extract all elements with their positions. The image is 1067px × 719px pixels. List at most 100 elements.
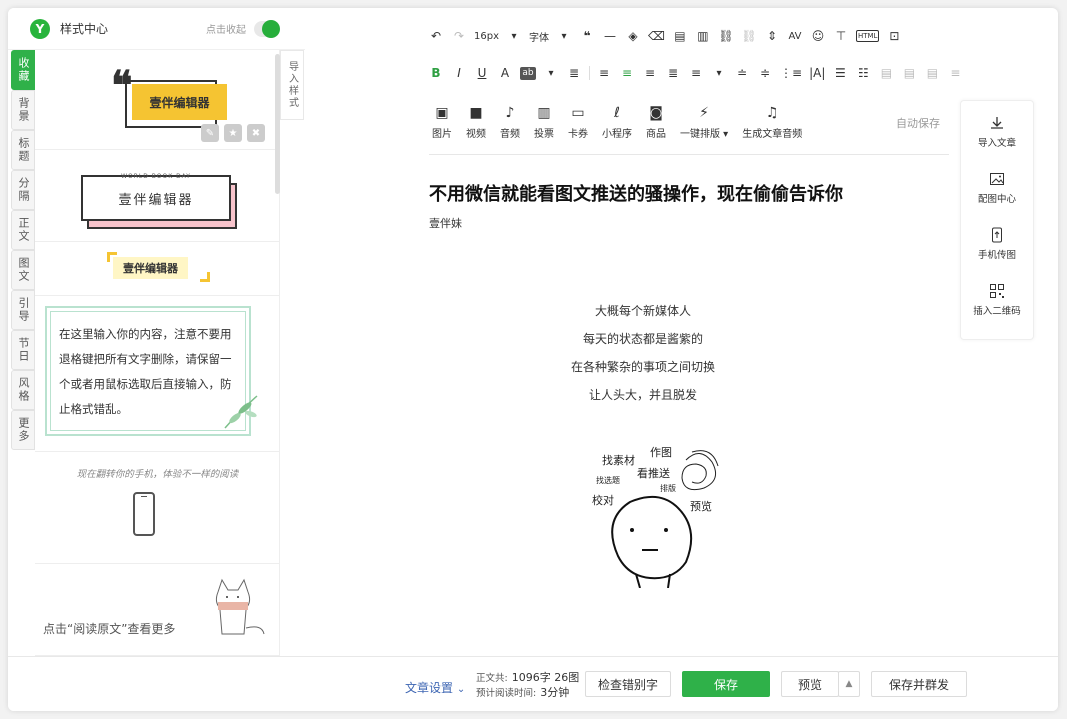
float-none-icon[interactable]: ▤ [901,63,917,83]
phone-upload-button[interactable]: 手机传图 [961,227,1033,269]
align-right-icon[interactable]: ≡ [642,63,658,83]
qrcode-icon [990,284,1004,298]
image-icon [990,173,1004,185]
tab-favorites[interactable]: 收藏 [11,50,35,90]
font-color-button[interactable]: A [497,63,513,83]
article-settings-link[interactable]: 文章设置 ⌄ [405,679,465,696]
import-style-button[interactable]: 导入样式 [280,50,304,120]
tab-divider[interactable]: 分隔 [11,170,35,210]
template-icon[interactable]: ▤ [672,26,688,46]
insert-coupon-button[interactable]: ▭ 卡券 [568,104,588,140]
bold-button[interactable]: B [428,63,444,83]
unlink-icon[interactable]: ⛓ [741,26,757,46]
illust-word: 校对 [592,493,614,507]
check-typos-button[interactable]: 检查错别字 [585,671,671,697]
insert-qrcode-button[interactable]: 插入二维码 [961,283,1033,325]
tab-style[interactable]: 风格 [11,370,35,410]
link-icon[interactable]: ⛓ [718,26,734,46]
strikethrough-icon[interactable]: ⊤ [833,26,849,46]
briefcase-icon[interactable]: ⊡ [886,26,902,46]
horizontal-rule-icon[interactable]: — [602,26,618,46]
phone-upload-icon [992,227,1002,243]
cat-illustration-icon [215,578,265,635]
float-right-icon[interactable]: ▤ [924,63,940,83]
text-width-icon[interactable]: |A| [809,63,825,83]
style-item-framed-text[interactable]: 在这里输入你的内容，注意不要用退格键把所有文字删除，请保留一个或者用鼠标选取后直… [35,296,279,452]
tab-image-text[interactable]: 图文 [11,250,35,290]
undo-icon[interactable]: ↶ [428,26,444,46]
image-center-button[interactable]: 配图中心 [961,171,1033,213]
collapse-label[interactable]: 点击收起 [206,21,246,36]
chevron-down-icon[interactable]: ▾ [556,26,572,46]
style-item-rotate-phone[interactable]: 现在翻转你的手机，体验不一样的阅读 [35,452,279,564]
illust-word: 预览 [690,499,712,513]
background-color-button[interactable]: ab [520,66,536,80]
insert-vote-button[interactable]: ▥ 投票 [534,104,554,140]
article-title[interactable]: 不用微信就能看图文推送的骚操作，现在偷偷告诉你 [429,180,843,206]
edit-icon[interactable]: ✎ [201,124,219,142]
article-poem[interactable]: 大概每个新媒体人 每天的状态都是酱紫的 在各种繁杂的事项之间切换 让人头大，并且… [548,297,738,409]
tab-festival[interactable]: 节日 [11,330,35,370]
html-icon[interactable]: HTML [855,30,880,42]
star-icon[interactable]: ★ [224,124,242,142]
insert-miniprogram-button[interactable]: ℓ 小程序 [602,104,632,140]
chevron-down-icon[interactable]: ▾ [711,63,727,83]
tab-body[interactable]: 正文 [11,210,35,250]
align-distribute-icon[interactable]: ≡ [688,63,704,83]
tab-title[interactable]: 标题 [11,130,35,170]
tab-background[interactable]: 背景 [11,90,35,130]
bottom-action-bar: 文章设置 ⌄ 正文共: 1096字 26图 预计阅读时间: 3分钟 检查错别字 保存… [8,656,1058,711]
style-item-corner-title[interactable]: 壹伴编辑器 [35,242,279,296]
save-and-send-button[interactable]: 保存并群发 [871,671,967,697]
preview-button[interactable]: 预览 [781,671,839,697]
toolbar-separator [589,66,590,80]
align-left-icon[interactable]: ≡ [596,63,612,83]
insert-product-button[interactable]: ◙ 商品 [646,104,666,140]
tab-guide[interactable]: 引导 [11,290,35,330]
line-height-icon[interactable]: ⇕ [764,26,780,46]
format-brush-icon[interactable]: ◈ [625,26,641,46]
emoji-icon[interactable]: ☺ [810,26,826,46]
italic-button[interactable]: I [451,63,467,83]
underline-button[interactable]: U [474,63,490,83]
document-icon[interactable]: ▥ [695,26,711,46]
article-author[interactable]: 壹伴妹 [429,215,462,231]
generate-audio-button[interactable]: ♫ 生成文章音频 [742,104,802,140]
float-left-icon[interactable]: ▤ [878,63,894,83]
toolbar-divider [429,154,949,155]
insert-image-button[interactable]: ▣ 图片 [432,104,452,140]
align-center-icon[interactable]: ≡ [619,63,635,83]
one-click-layout-button[interactable]: ⚡ 一键排版 ▾ [680,104,728,140]
clear-format-icon[interactable]: ⌫ [648,26,665,46]
insert-video-button[interactable]: ■ 视频 [466,104,486,140]
save-button[interactable]: 保存 [682,671,770,697]
style-item-tools: ✎ ★ ✖ [201,124,265,142]
import-article-button[interactable]: 导入文章 [961,115,1033,157]
collapse-toggle[interactable] [254,20,280,38]
tab-more[interactable]: 更多 [11,410,35,450]
style-item-quote-title[interactable]: ❝ 壹伴编辑器 ✎ ★ ✖ [35,50,279,150]
indent-icon[interactable]: ≣ [566,63,582,83]
bullet-list-icon[interactable]: ☰ [832,63,848,83]
style-item-read-more[interactable]: 点击“阅读原文”查看更多 [35,564,279,656]
delete-icon[interactable]: ✖ [247,124,265,142]
letter-spacing-icon[interactable]: AV [787,26,803,46]
paragraph-before-icon[interactable]: ≐ [734,63,750,83]
chevron-down-icon[interactable]: ▾ [543,63,559,83]
line-spacing-icon[interactable]: ⋮≡ [780,63,802,83]
app-logo-icon: Y [30,18,50,39]
float-center-icon[interactable]: ≡ [947,63,963,83]
toolbar-row-2: B I U A ab ▾ ≣ ≡ ≡ ≡ ≣ ≡ ▾ ≐ ≑ ⋮≡ |A| ☰ … [428,63,970,83]
quote-icon[interactable]: ❝ [579,26,595,46]
font-family-select[interactable]: 字体 [529,26,549,46]
autosave-label: 自动保存 [896,117,940,130]
font-size-select[interactable]: 16px [474,26,499,46]
align-justify-icon[interactable]: ≣ [665,63,681,83]
insert-audio-button[interactable]: ♪ 音频 [500,104,520,140]
style-item-book-day[interactable]: 壹伴编辑器 WORLD BOOK DAY [35,150,279,242]
numbered-list-icon[interactable]: ☷ [855,63,871,83]
chevron-down-icon[interactable]: ▾ [506,26,522,46]
chevron-up-icon[interactable]: ▲ [838,671,860,697]
redo-icon[interactable]: ↷ [451,26,467,46]
paragraph-after-icon[interactable]: ≑ [757,63,773,83]
